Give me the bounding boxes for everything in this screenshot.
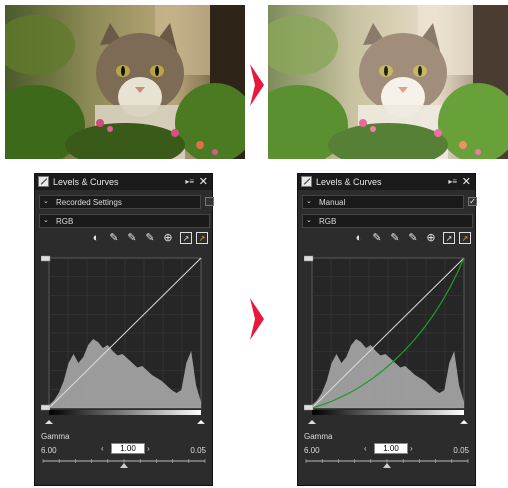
gamma-slider-thumb [383,463,391,468]
reset-curve-icon[interactable]: ↗ [443,232,455,244]
add-anchor-point-icon[interactable]: ⊕ [162,232,174,244]
settings-dropdown-value: Manual [319,198,346,207]
panel-title: Levels & Curves [53,177,119,187]
after-photo [268,5,508,159]
chevron-down-icon: ⌄ [43,198,49,205]
curve-graph[interactable] [41,254,207,424]
curve-toolbar: ◐ ✎ ✎ ✎ ⊕ ↗ ↗ [353,232,473,246]
gray-point-eyedropper-icon[interactable]: ✎ [126,232,138,244]
gamma-max-value: 0.05 [453,446,469,455]
gamma-min-value: 6.00 [41,446,57,455]
gamma-slider[interactable] [41,456,207,470]
white-point-eyedropper-icon[interactable]: ✎ [144,232,156,244]
close-icon[interactable]: ✕ [462,174,471,190]
channel-dropdown[interactable]: ⌄ RGB [39,214,210,228]
input-white-triangle-handle [459,419,469,424]
gamma-slider[interactable] [304,456,470,470]
curve-graph-canvas [41,255,206,424]
top-transition-arrow [250,64,264,106]
panel-titlebar[interactable]: Levels & Curves ▸≡ ✕ [35,174,212,190]
reset-curve-icon[interactable]: ↗ [180,232,192,244]
curve-toolbar: ◐ ✎ ✎ ✎ ⊕ ↗ ↗ [90,232,210,246]
curve-graph[interactable] [304,254,470,424]
gamma-increase-button[interactable]: › [147,443,150,454]
settings-dropdown-value: Recorded Settings [56,198,122,207]
gamma-label: Gamma [41,432,70,441]
manual-settings-checkbox[interactable] [205,197,214,206]
gray-point-eyedropper-icon[interactable]: ✎ [389,232,401,244]
gamma-slider-thumb [120,463,128,468]
panel-title: Levels & Curves [316,177,382,187]
gamma-decrease-button[interactable]: ‹ [364,443,367,454]
gamma-slider-canvas [305,459,469,468]
panel-menu-icon[interactable]: ▸≡ [448,174,457,190]
output-black-handle [304,404,314,411]
gamma-label: Gamma [304,432,333,441]
arrow-right-icon [250,64,264,106]
gamma-increase-button[interactable]: › [410,443,413,454]
output-black-handle [41,404,51,411]
bottom-transition-arrow [250,298,264,340]
gamma-max-value: 0.05 [190,446,206,455]
reset-all-icon[interactable]: ↗ [459,232,471,244]
curve-graph-canvas [304,255,469,424]
close-icon[interactable]: ✕ [199,174,208,190]
before-photo [5,5,245,159]
output-white-handle [304,255,314,262]
chevron-down-icon: ⌄ [43,217,49,224]
arrow-right-icon [250,298,264,340]
after-photo-image [268,5,508,159]
panel-menu-icon[interactable]: ▸≡ [185,174,194,190]
gamma-slider-canvas [42,459,206,468]
input-black-triangle-handle [308,420,316,424]
input-gradient-strip [312,410,464,415]
input-black-triangle-handle [45,420,53,424]
gamma-decrease-button[interactable]: ‹ [101,443,104,454]
curves-app-icon [38,176,49,187]
channel-dropdown[interactable]: ⌄ RGB [302,214,473,228]
levels-curves-panel-before: Levels & Curves ▸≡ ✕ ⌄ Recorded Settings… [34,173,214,486]
gamma-input[interactable] [374,443,408,454]
curves-app-icon [301,176,312,187]
settings-dropdown[interactable]: ⌄ Recorded Settings [39,195,201,209]
black-point-eyedropper-icon[interactable]: ✎ [371,232,383,244]
gamma-input[interactable] [111,443,145,454]
levels-curves-panel-after: Levels & Curves ▸≡ ✕ ⌄ Manual ✓ ⌄ RGB ◐ … [297,173,477,486]
reset-all-icon[interactable]: ↗ [196,232,208,244]
output-white-handle [41,255,51,262]
auto-contrast-icon[interactable]: ◐ [353,232,365,244]
black-point-eyedropper-icon[interactable]: ✎ [108,232,120,244]
chevron-down-icon: ⌄ [306,198,312,205]
input-white-triangle-handle [196,419,206,424]
panel-titlebar[interactable]: Levels & Curves ▸≡ ✕ [298,174,475,190]
channel-dropdown-value: RGB [56,217,74,226]
add-anchor-point-icon[interactable]: ⊕ [425,232,437,244]
input-gradient-strip [49,410,201,415]
auto-contrast-icon[interactable]: ◐ [90,232,102,244]
before-photo-image [5,5,245,159]
settings-dropdown[interactable]: ⌄ Manual [302,195,464,209]
channel-dropdown-value: RGB [319,217,337,226]
manual-settings-checkbox[interactable]: ✓ [468,197,477,206]
white-point-eyedropper-icon[interactable]: ✎ [407,232,419,244]
gamma-min-value: 6.00 [304,446,320,455]
chevron-down-icon: ⌄ [306,217,312,224]
